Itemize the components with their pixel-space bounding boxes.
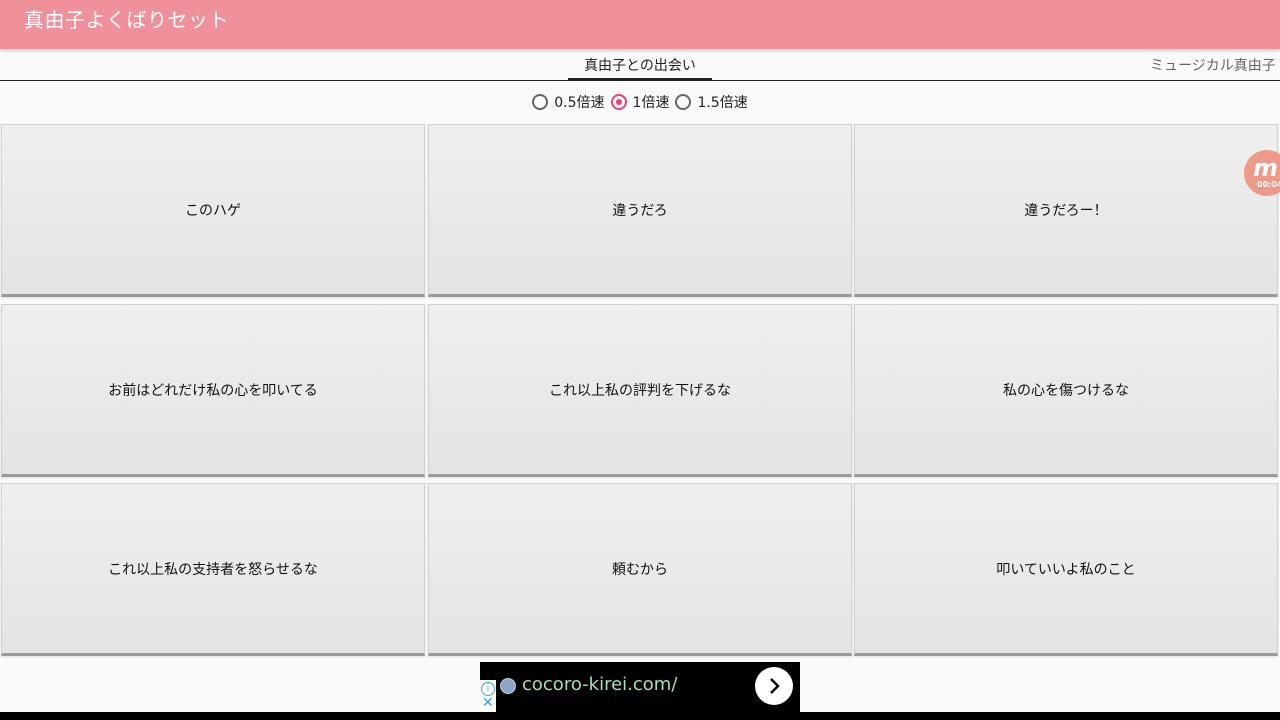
speed-option-1-5x[interactable]: 1.5倍速: [675, 92, 748, 112]
close-icon[interactable]: ✕: [482, 696, 494, 710]
sound-button-5[interactable]: これ以上私の評判を下げるな: [428, 304, 852, 477]
speed-label-0-5x: 0.5倍速: [554, 95, 605, 111]
chevron-right-icon[interactable]: [755, 667, 793, 705]
sound-button-7[interactable]: これ以上私の支持者を怒らせるな: [1, 483, 425, 656]
ad-url[interactable]: cocoro-kirei.com/: [522, 674, 677, 695]
sound-button-4[interactable]: お前はどれだけ私の心を叩いてる: [1, 304, 425, 477]
speed-label-1x: 1倍速: [632, 95, 670, 111]
ad-banner[interactable]: i ✕ cocoro-kirei.com/: [480, 662, 800, 712]
sound-button-2[interactable]: 違うだろ: [428, 124, 852, 297]
sound-button-1[interactable]: このハゲ: [1, 124, 425, 297]
tab-musical-mayuko[interactable]: ミュージカル真由子: [1150, 55, 1280, 80]
sound-button-6[interactable]: 私の心を傷つけるな: [854, 304, 1278, 477]
system-nav-bar: [0, 712, 1280, 720]
radio-0-5x[interactable]: [532, 94, 549, 110]
badge-timer: 00:04: [1257, 180, 1280, 189]
speed-option-1x[interactable]: 1倍速: [610, 92, 670, 112]
badge-logo: m: [1253, 154, 1279, 182]
speed-selector: 0.5倍速 1倍速 1.5倍速: [0, 88, 1280, 116]
app-title: 真由子よくばりセット: [24, 8, 229, 32]
globe-icon: [500, 678, 516, 694]
app-bar: 真由子よくばりセット: [0, 0, 1280, 49]
tab-meeting-mayuko[interactable]: 真由子との出会い: [568, 55, 712, 80]
info-icon[interactable]: i: [481, 682, 495, 696]
sound-button-3[interactable]: 違うだろー！: [854, 124, 1278, 297]
sound-button-9[interactable]: 叩いていいよ私のこと: [854, 483, 1278, 656]
radio-1-5x[interactable]: [675, 94, 692, 110]
ad-choices[interactable]: i ✕: [480, 680, 496, 712]
tab-bar: 真由子との出会い ミュージカル真由子: [0, 49, 1280, 81]
radio-1x[interactable]: [610, 94, 627, 110]
speed-option-0-5x[interactable]: 0.5倍速: [532, 92, 605, 112]
speed-label-1-5x: 1.5倍速: [697, 95, 748, 111]
sound-button-8[interactable]: 頼むから: [428, 483, 852, 656]
